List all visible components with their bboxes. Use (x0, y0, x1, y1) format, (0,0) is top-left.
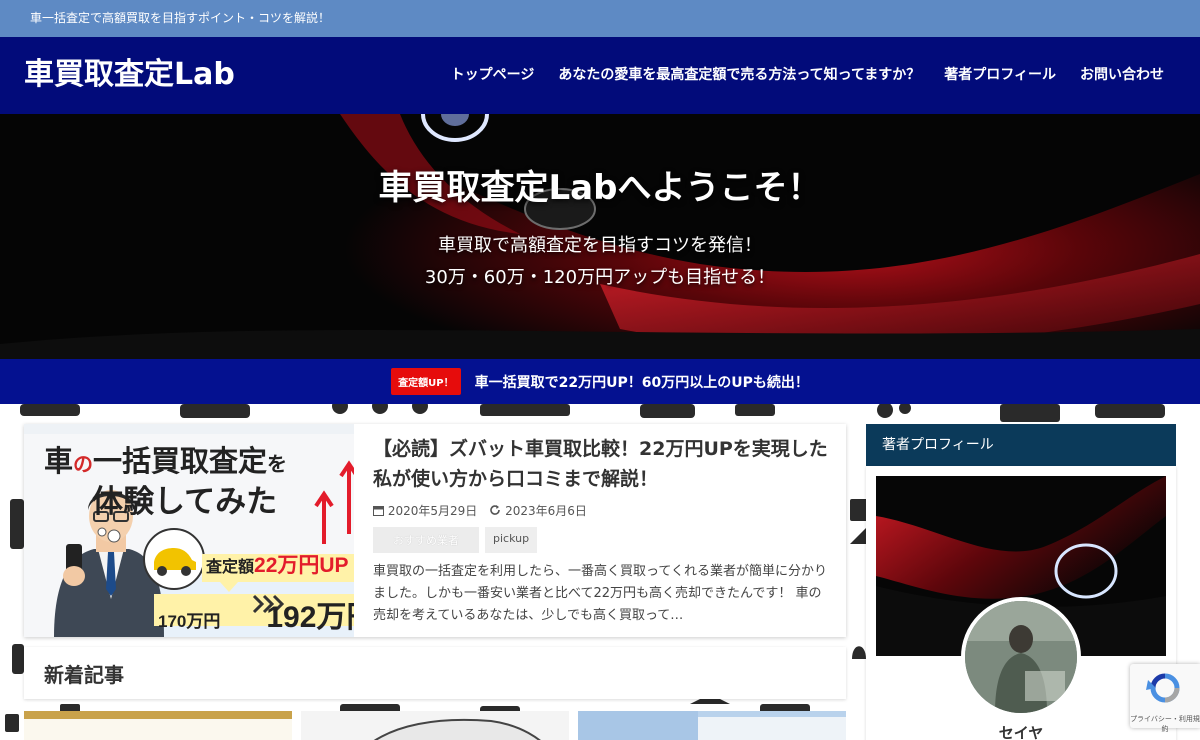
nav-item-best-price[interactable]: あなたの愛車を最高査定額で売る方法って知ってますか？ (558, 65, 920, 85)
published-date-text: 2020年5月29日 (387, 504, 478, 518)
nav-item-top[interactable]: トップページ (451, 65, 535, 85)
recent-post-thumb-3[interactable] (578, 711, 846, 740)
thumbnail-line2: 体験してみた (92, 484, 278, 519)
updated-date-text: 2023年6月6日 (505, 504, 587, 518)
thumbnail-price-before: 170万円 (158, 612, 221, 631)
site-tagline: 車一括査定で高額買取を目指すポイント・コツを解説！ (30, 11, 331, 25)
thumbnail-price-after: 192万円 (266, 601, 354, 634)
building-photo (578, 711, 846, 740)
car-photo (373, 718, 541, 740)
thumbnail-line1-part4: を (267, 454, 288, 476)
thumbnail-line1-part3: 一括買取査定 (93, 446, 268, 478)
recent-post-thumb-1[interactable] (24, 711, 292, 740)
nav-item-profile[interactable]: 著者プロフィール (944, 65, 1056, 85)
nav-item-contact[interactable]: お問い合わせ (1080, 65, 1164, 85)
thumbnail-line1-part2: の (73, 454, 94, 476)
thumbnail-line1-part1: 車 (44, 446, 74, 478)
avatar-photo (965, 601, 1077, 713)
calendar-icon (373, 506, 384, 516)
featured-article-thumbnail[interactable]: 車の一括買取査定を 体験してみた 査定額22万円UP 170万円 192万円 (24, 424, 354, 637)
refresh-icon (490, 505, 501, 515)
tag-pickup[interactable]: pickup (485, 527, 538, 553)
site-logo[interactable]: 車買取査定Lab (24, 55, 235, 95)
recaptcha-badge[interactable]: プライバシー・利用規約 (1130, 664, 1200, 733)
thumbnail-result-label: 査定額 (206, 559, 255, 576)
recent-post-thumb-2[interactable] (301, 711, 569, 740)
featured-article-card[interactable]: 車の一括買取査定を 体験してみた 査定額22万円UP 170万円 192万円 【必… (24, 424, 846, 637)
thumbnail-headline: 車の一括買取査定を 体験してみた (44, 444, 344, 521)
updated-date: 2023年6月6日 (489, 502, 587, 519)
author-avatar (961, 597, 1081, 717)
thumbnail-result: 査定額22万円UP (206, 549, 349, 579)
recent-posts-thumbnails (24, 711, 846, 740)
recent-posts-title: 新着記事 (44, 663, 124, 687)
hero-subtitle-line2: 30万・60万・120万円アップも目指せる！ (424, 267, 776, 288)
hero-banner: 車買取査定Labへようこそ！ 車買取で高額査定を目指すコツを発信！ 30万・60… (0, 114, 1200, 359)
thumbnail-prices: 170万円 192万円 (158, 592, 354, 636)
recaptcha-icon (1146, 673, 1180, 703)
sidebar-profile-heading: 著者プロフィール (866, 424, 1176, 466)
main-nav: トップページ あなたの愛車を最高査定額で売る方法って知ってますか？ 著者プロフィ… (451, 65, 1164, 85)
notice-badge: 査定額UP！ (391, 368, 461, 395)
hero-subtitle: 車買取で高額査定を目指すコツを発信！ 30万・60万・120万円アップも目指せる… (0, 230, 1200, 294)
featured-article-title[interactable]: 【必読】ズバット車買取比較！22万円UPを実現した私が使い方から口コミまで解説！ (373, 434, 833, 494)
notice-text[interactable]: 車一括買取で22万円UP！60万円以上のUPも続出！ (475, 372, 809, 392)
topbar: 車一括査定で高額買取を目指すポイント・コツを解説！ (0, 0, 1200, 37)
recaptcha-text[interactable]: プライバシー・利用規約 (1130, 714, 1200, 734)
site-header: 車買取査定Lab トップページ あなたの愛車を最高査定額で売る方法って知ってます… (0, 37, 1200, 114)
featured-article-excerpt: 車買取の一括査定を利用したら、一番高く買取ってくれる業者が簡単に分かりました。し… (373, 564, 827, 623)
recent-posts-header: 新着記事 (24, 647, 846, 699)
tag-recommended[interactable]: おすすめ業者 (373, 527, 479, 553)
article-tags: おすすめ業者 pickup (373, 527, 538, 553)
article-meta: 2020年5月29日 2023年6月6日 (373, 502, 587, 519)
hero-subtitle-line1: 車買取で高額査定を目指すコツを発信！ (438, 235, 762, 256)
hero-title: 車買取査定Labへようこそ！ (378, 168, 822, 208)
published-date: 2020年5月29日 (373, 502, 477, 519)
thumbnail-result-amount: 22万円UP (254, 554, 349, 577)
notice-bar[interactable]: 査定額UP！ 車一括買取で22万円UP！60万円以上のUPも続出！ (0, 359, 1200, 404)
